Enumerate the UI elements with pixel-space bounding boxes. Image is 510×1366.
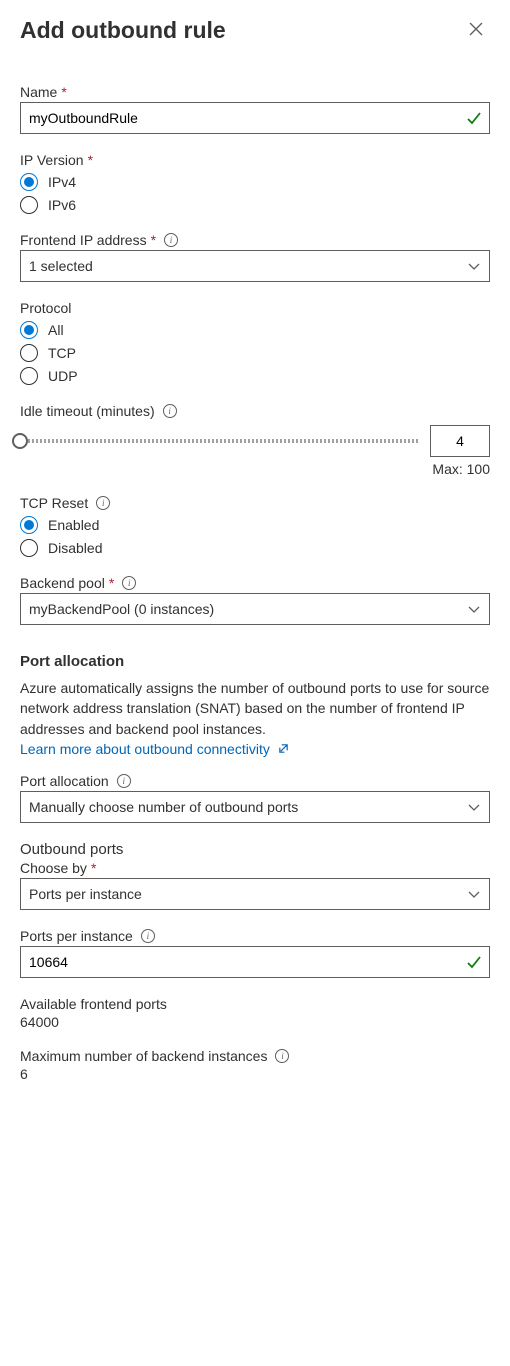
radio-ipv6[interactable]: IPv6 [20, 196, 490, 214]
portalloc-description: Azure automatically assigns the number o… [20, 678, 490, 759]
radio-tcpreset-enabled[interactable]: Enabled [20, 516, 490, 534]
slider-thumb[interactable] [12, 433, 28, 449]
idle-label: Idle timeout (minutes) [20, 403, 155, 419]
radio-icon [20, 196, 38, 214]
radio-icon [20, 516, 38, 534]
avail-label: Available frontend ports [20, 996, 167, 1012]
outbound-section-title: Outbound ports [20, 841, 490, 858]
required-marker: * [109, 575, 114, 591]
radio-icon [20, 539, 38, 557]
portalloc-select[interactable]: Manually choose number of outbound ports [20, 791, 490, 823]
info-icon[interactable]: i [275, 1049, 289, 1063]
select-value: Manually choose number of outbound ports [29, 799, 298, 815]
info-icon[interactable]: i [164, 233, 178, 247]
radio-label: UDP [48, 368, 78, 384]
info-icon[interactable]: i [96, 496, 110, 510]
external-link-icon [278, 739, 289, 759]
radio-icon [20, 344, 38, 362]
ppi-label: Ports per instance [20, 928, 133, 944]
radio-protocol-all[interactable]: All [20, 321, 490, 339]
radio-label: TCP [48, 345, 76, 361]
select-value: Ports per instance [29, 886, 142, 902]
required-marker: * [88, 152, 93, 168]
chooseby-select[interactable]: Ports per instance [20, 878, 490, 910]
protocol-label: Protocol [20, 300, 71, 316]
portalloc-section-title: Port allocation [20, 653, 490, 670]
radio-protocol-udp[interactable]: UDP [20, 367, 490, 385]
chevron-down-icon [467, 800, 481, 814]
radio-ipv4[interactable]: IPv4 [20, 173, 490, 191]
chooseby-label: Choose by [20, 860, 87, 876]
name-input[interactable] [20, 102, 490, 134]
radio-tcpreset-disabled[interactable]: Disabled [20, 539, 490, 557]
backendpool-select[interactable]: myBackendPool (0 instances) [20, 593, 490, 625]
radio-icon [20, 321, 38, 339]
portalloc-label: Port allocation [20, 773, 109, 789]
radio-label: IPv6 [48, 197, 76, 213]
idle-max-label: Max: 100 [20, 461, 490, 477]
radio-label: All [48, 322, 64, 338]
checkmark-icon [466, 110, 482, 126]
radio-label: Enabled [48, 517, 99, 533]
learn-more-link[interactable]: Learn more about outbound connectivity [20, 741, 289, 757]
ipversion-label: IP Version [20, 152, 84, 168]
radio-icon [20, 173, 38, 191]
close-button[interactable] [462, 16, 490, 44]
select-value: myBackendPool (0 instances) [29, 601, 214, 617]
chevron-down-icon [467, 887, 481, 901]
info-icon[interactable]: i [163, 404, 177, 418]
required-marker: * [151, 232, 156, 248]
checkmark-icon [466, 954, 482, 970]
info-icon[interactable]: i [122, 576, 136, 590]
radio-icon [20, 367, 38, 385]
info-icon[interactable]: i [141, 929, 155, 943]
radio-protocol-tcp[interactable]: TCP [20, 344, 490, 362]
info-icon[interactable]: i [117, 774, 131, 788]
backendpool-label: Backend pool [20, 575, 105, 591]
maxinst-label: Maximum number of backend instances [20, 1048, 267, 1064]
avail-value: 64000 [20, 1014, 490, 1030]
maxinst-value: 6 [20, 1066, 490, 1082]
frontend-label: Frontend IP address [20, 232, 147, 248]
required-marker: * [91, 860, 96, 876]
required-marker: * [61, 84, 66, 100]
tcpreset-label: TCP Reset [20, 495, 88, 511]
radio-label: Disabled [48, 540, 102, 556]
frontend-select[interactable]: 1 selected [20, 250, 490, 282]
select-value: 1 selected [29, 258, 93, 274]
chevron-down-icon [467, 259, 481, 273]
chevron-down-icon [467, 602, 481, 616]
ppi-input[interactable] [20, 946, 490, 978]
radio-label: IPv4 [48, 174, 76, 190]
close-icon [469, 22, 483, 39]
name-label: Name [20, 84, 57, 100]
idle-slider[interactable] [20, 439, 418, 443]
panel-title: Add outbound rule [20, 17, 226, 44]
idle-value-input[interactable] [430, 425, 490, 457]
